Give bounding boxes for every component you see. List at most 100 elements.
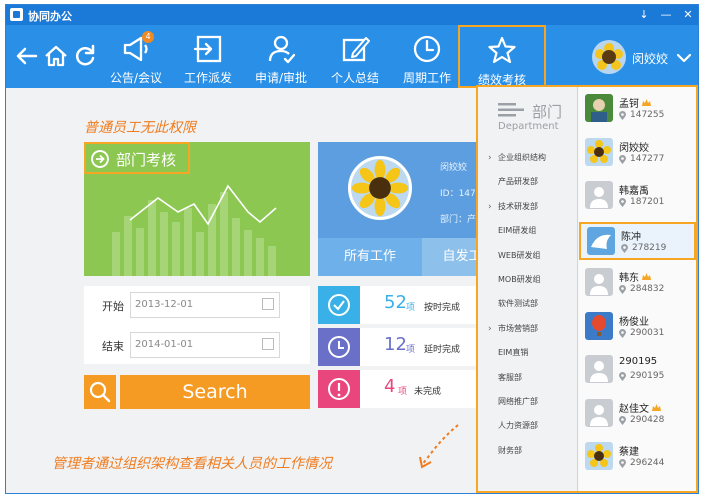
dept-item[interactable]: 人力资源部 (478, 414, 578, 438)
calendar-icon[interactable] (262, 338, 274, 350)
dept-item[interactable]: › 技术研发部 (478, 195, 578, 219)
person-id: 296244 (630, 458, 665, 468)
home-icon[interactable] (43, 43, 69, 69)
department-header: 部门 Department (478, 87, 578, 143)
org-structure-panel: 部门 Department › 企业组织结构 产品研发部 › 技术研发部 EIM研发组 WE… (476, 85, 698, 493)
start-date-row: 开始 2013-12-01 (84, 286, 310, 324)
department-list: 部门 Department › 企业组织结构 产品研发部 › 技术研发部 EIM研发组 WE… (478, 87, 578, 491)
search-button[interactable]: Search (120, 375, 310, 409)
profile-card: 闵姣姣 ID：1472 部门：产 所有工作 自发工 (318, 142, 478, 276)
arrow-right-circle-icon (91, 150, 109, 168)
people-list: 孟钶 147255 闵姣姣 147277 韩嘉禹 187201 陈冲 278219 韩东 2848… (579, 87, 696, 491)
person-item[interactable]: 290195 290195 (579, 352, 696, 390)
main-toolbar: 4 公告/会议 工作派发 申请/审批 个人总结 周期工作 绩效考核 闵姣姣 (6, 25, 698, 88)
dept-item[interactable]: 客服部 (478, 366, 578, 390)
dept-item[interactable]: 财务部 (478, 439, 578, 463)
tab-all-work[interactable]: 所有工作 (318, 238, 422, 276)
chevron-right-icon[interactable]: › (488, 317, 492, 341)
dept-item-label: 软件测试部 (498, 299, 538, 309)
download-icon[interactable]: ↓ (634, 5, 654, 25)
dept-item[interactable]: 网络推广部 (478, 390, 578, 414)
person-item[interactable]: 韩东 284832 (579, 265, 696, 303)
stat-text: 未完成 (414, 387, 442, 397)
location-pin-icon (619, 198, 626, 207)
tool-approval[interactable]: 申请/审批 (249, 25, 313, 88)
chevron-right-icon[interactable]: › (488, 146, 492, 170)
dept-item-label: 人力资源部 (498, 421, 538, 431)
person-item[interactable]: 蔡建 296244 (579, 439, 696, 477)
close-button[interactable]: ✕ (678, 5, 698, 25)
calendar-icon[interactable] (262, 298, 274, 310)
person-id: 290031 (630, 327, 665, 338)
person-name-text: 杨俊业 (619, 316, 649, 328)
tool-label: 工作派发 (183, 71, 232, 85)
location-pin-icon (619, 415, 626, 425)
avatar (585, 311, 613, 340)
start-date-input[interactable]: 2013-12-01 (130, 292, 280, 318)
stat-text: 按时完成 (424, 303, 461, 313)
search-icon-button[interactable] (84, 375, 116, 409)
department-subtitle: Department (498, 121, 559, 132)
dept-item[interactable]: › 企业组织结构 (478, 146, 578, 170)
dept-assessment-title: 部门考核 (116, 151, 177, 169)
dept-item-label: 市场营销部 (498, 323, 538, 333)
dept-assessment-label[interactable]: 部门考核 (84, 142, 190, 174)
person-name: 蔡建 (619, 443, 639, 458)
person-item[interactable]: 韩嘉禹 187201 (579, 178, 696, 216)
chevron-right-icon[interactable]: › (488, 195, 492, 219)
person-item[interactable]: 孟钶 147255 (579, 91, 696, 129)
person-id: 290195 (630, 371, 665, 381)
location-pin-icon (619, 372, 626, 381)
app-window: 协同办公 ↓ — ✕ 4 公告/会议 工作派发 申请/审批 个人总结 周期工作 … (5, 4, 699, 494)
dept-item[interactable]: › 市场营销部 (478, 317, 578, 341)
stat-ontime[interactable]: 52 项 按时完成 (318, 286, 478, 324)
stat-delayed[interactable]: 12 项 延时完成 (318, 328, 478, 366)
dept-item[interactable]: EIM研发组 (478, 219, 578, 243)
tool-periodic[interactable]: 周期工作 (398, 25, 456, 88)
location-pin-icon (619, 285, 626, 294)
clock-icon (413, 35, 441, 63)
back-arrow-icon[interactable] (14, 43, 40, 69)
dept-item[interactable]: MOB研发组 (478, 268, 578, 292)
minimize-button[interactable]: — (656, 5, 676, 25)
dept-item[interactable]: 产品研发部 (478, 170, 578, 194)
person-name: 孟钶 (619, 95, 651, 110)
refresh-icon[interactable] (72, 43, 98, 69)
dept-item-label: 财务部 (498, 445, 522, 455)
person-name-text: 韩东 (619, 273, 639, 284)
location-pin-icon (619, 111, 626, 120)
dept-assessment-card[interactable]: 部门考核 (84, 142, 310, 276)
profile-name: 闵姣姣 (440, 163, 468, 173)
app-logo-icon (10, 8, 23, 21)
person-item[interactable]: 陈冲 278219 (579, 221, 696, 260)
tool-label: 申请/审批 (254, 71, 308, 85)
person-item[interactable]: 赵佳文 290428 (579, 396, 696, 434)
stat-number: 4 (384, 376, 396, 397)
tool-summary[interactable]: 个人总结 (326, 25, 384, 88)
stat-incomplete[interactable]: 4 项 未完成 (318, 370, 478, 408)
user-name: 闵姣姣 (632, 52, 669, 66)
person-name: 290195 (619, 356, 657, 367)
tab-self-work[interactable]: 自发工 (422, 238, 478, 276)
chevron-down-icon[interactable] (676, 53, 692, 63)
person-item[interactable]: 闵姣姣 147277 (579, 135, 696, 173)
location-pin-icon (619, 459, 626, 468)
check-circle-icon (318, 286, 360, 324)
person-id: 278219 (632, 242, 667, 253)
tool-performance[interactable]: 绩效考核 (458, 25, 546, 88)
dept-item[interactable]: WEB研发组 (478, 244, 578, 268)
end-date-input[interactable]: 2014-01-01 (130, 332, 280, 358)
dept-item[interactable]: EIM直销 (478, 341, 578, 365)
person-name-text: 赵佳文 (619, 403, 649, 415)
person-name: 赵佳文 (619, 400, 661, 415)
arrow-annotation-icon (419, 424, 459, 469)
person-name-text: 蔡建 (619, 447, 639, 458)
person-item[interactable]: 杨俊业 290031 (579, 309, 696, 347)
avatar (585, 268, 613, 296)
end-label: 结束 (102, 340, 124, 353)
tool-dispatch[interactable]: 工作派发 (178, 25, 238, 88)
dept-item[interactable]: 软件测试部 (478, 292, 578, 316)
crown-icon (642, 273, 651, 280)
tool-announcement[interactable]: 4 公告/会议 (104, 25, 168, 88)
profile-dept: 部门：产 (440, 215, 477, 225)
